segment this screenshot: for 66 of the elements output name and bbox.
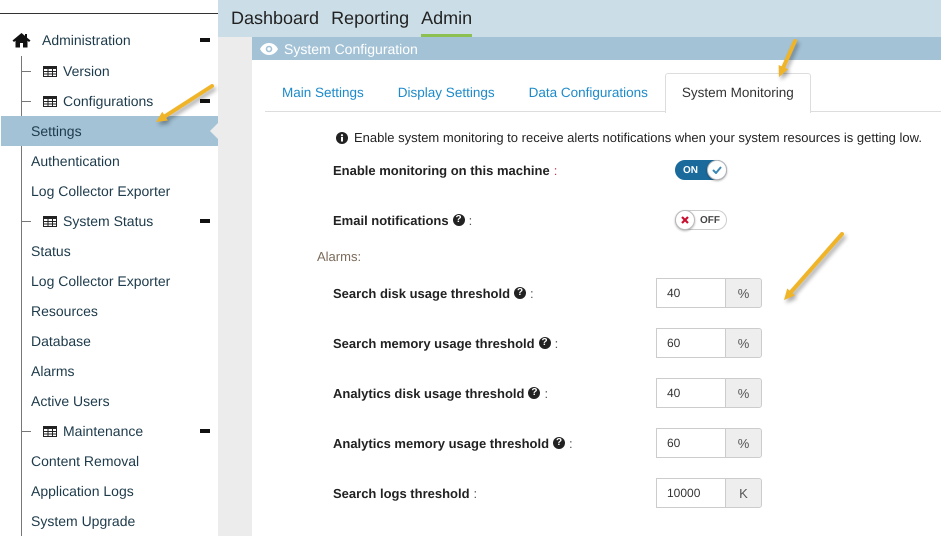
tree-item[interactable]: Active Users [1, 386, 218, 416]
tree-item[interactable]: Settings [1, 116, 218, 146]
eye-icon [260, 42, 278, 54]
tree-item[interactable]: Authentication [1, 146, 218, 176]
tree-item[interactable]: Configurations [43, 93, 200, 109]
cross-icon [681, 216, 689, 224]
field-label: Analytics memory usage threshold [333, 436, 550, 450]
check-icon [712, 166, 722, 174]
unit-addon: % [725, 278, 762, 308]
tab[interactable]: Data Configurations [512, 73, 665, 112]
tree-item[interactable]: Administration [42, 32, 200, 48]
tree-item[interactable]: Log Collector Exporter [1, 266, 218, 296]
table-icon [43, 66, 57, 76]
colon-text: : [474, 486, 478, 500]
table-icon [43, 216, 57, 226]
field-label: Search disk usage threshold [333, 286, 510, 300]
tab[interactable]: Display Settings [380, 73, 512, 112]
toggle-switch[interactable]: ON [675, 160, 727, 180]
info-text: Enable system monitoring to receive alerts notifications when your system resources is getting low. [354, 130, 922, 145]
tree-item[interactable]: Log Collector Exporter [1, 176, 218, 206]
nav-link[interactable]: Reporting [331, 4, 410, 37]
input-field[interactable]: 60 [656, 428, 725, 458]
help-icon[interactable]: ? [538, 337, 551, 349]
input-field[interactable]: 10000 [656, 478, 725, 508]
unit-addon: % [725, 328, 762, 358]
home-icon [12, 32, 31, 48]
tree-item[interactable]: Version [43, 63, 210, 79]
tree-item[interactable]: Maintenance [43, 423, 200, 439]
colon-text: : [554, 162, 558, 178]
colon-text: : [468, 212, 472, 228]
table-icon [43, 426, 57, 436]
tree-item[interactable]: System Status [43, 213, 200, 229]
input-field[interactable]: 60 [656, 328, 725, 358]
tree-item[interactable]: Status [1, 236, 218, 266]
tree-item[interactable]: Database [1, 326, 218, 356]
tab[interactable]: System Monitoring [664, 73, 811, 113]
colon-text: : [554, 336, 558, 350]
field-label: Email notifications [333, 212, 449, 228]
input-field[interactable]: 40 [656, 378, 725, 408]
tree-item[interactable]: System Upgrade [1, 506, 218, 536]
section-label: Alarms: [317, 249, 362, 264]
help-icon[interactable]: ? [452, 214, 465, 226]
unit-addon: % [725, 428, 762, 458]
help-icon[interactable]: ? [528, 387, 540, 399]
tree-item[interactable]: Alarms [1, 356, 218, 386]
table-icon [43, 96, 57, 106]
help-icon[interactable]: ? [514, 287, 526, 299]
info-icon [336, 132, 348, 144]
tree-item[interactable]: Content Removal [1, 446, 218, 476]
tab[interactable]: Main Settings [265, 73, 381, 112]
tree-item[interactable]: Application Logs [1, 476, 218, 506]
colon-text: : [569, 436, 573, 450]
field-label: Enable monitoring on this machine [333, 162, 550, 178]
help-icon[interactable]: ? [553, 437, 566, 449]
nav-link[interactable]: Dashboard [231, 4, 320, 37]
colon-text: : [544, 386, 548, 400]
field-label: Search memory usage threshold [333, 336, 535, 350]
field-label: Search logs threshold [333, 486, 470, 500]
unit-addon: K [725, 478, 762, 508]
tree-item[interactable]: Resources [1, 296, 218, 326]
colon-text: : [530, 286, 534, 300]
unit-addon: % [725, 378, 762, 408]
field-label: Analytics disk usage threshold [333, 386, 524, 400]
input-field[interactable]: 40 [656, 278, 725, 308]
toggle-switch[interactable]: OFF [675, 210, 727, 230]
panel-title: System Configuration [284, 40, 418, 56]
